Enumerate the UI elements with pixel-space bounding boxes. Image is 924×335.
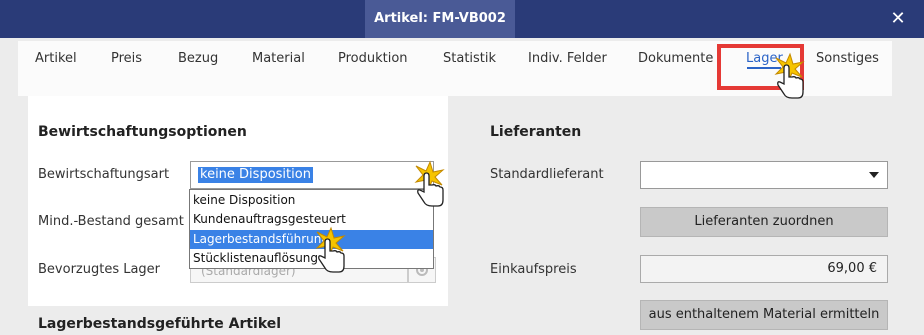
tab-indiv-felder[interactable]: Indiv. Felder [528,51,607,66]
tab-bezug[interactable]: Bezug [178,51,218,66]
tab-material[interactable]: Material [252,51,305,66]
title-bar: Artikel: FM-VB002 ✕ [0,0,924,38]
einkaufspreis-field[interactable]: 69,00 € [640,255,888,283]
lieferanten-zuordnen-button[interactable]: Lieferanten zuordnen [640,207,888,237]
section-title-lieferanten: Lieferanten [490,124,582,140]
tab-produktion[interactable]: Produktion [338,51,408,66]
standardlieferant-select[interactable] [640,161,888,189]
label-standardlieferant: Standardlieferant [490,167,604,182]
label-bevorzugtes-lager: Bevorzugtes Lager [38,262,161,277]
hand-cursor-icon [315,226,346,273]
tab-artikel[interactable]: Artikel [35,51,77,66]
tab-dokumente[interactable]: Dokumente [638,51,713,66]
section-title-bewirtschaftung: Bewirtschaftungsoptionen [38,124,247,140]
close-icon[interactable]: ✕ [888,9,908,29]
bewirtschaftungsart-value: keine Disposition [198,167,313,183]
dropdown-option-keine-disposition[interactable]: keine Disposition [190,191,433,210]
hand-cursor-icon [414,160,445,207]
tab-preis[interactable]: Preis [111,51,142,66]
material-ermitteln-button[interactable]: aus enthaltenem Material ermitteln [640,300,888,330]
section-title-lagerbestand: Lagerbestandsgeführte Artikel [38,316,282,332]
window-title: Artikel: FM-VB002 [365,0,515,38]
label-einkaufspreis: Einkaufspreis [490,262,577,277]
label-mind-bestand: Mind.-Bestand gesamt [38,214,184,229]
tab-sonstiges[interactable]: Sonstiges [816,51,879,66]
chevron-down-icon [869,172,879,178]
hand-cursor-icon [774,52,805,99]
tab-statistik[interactable]: Statistik [443,51,496,66]
label-bewirtschaftungsart: Bewirtschaftungsart [38,167,170,182]
